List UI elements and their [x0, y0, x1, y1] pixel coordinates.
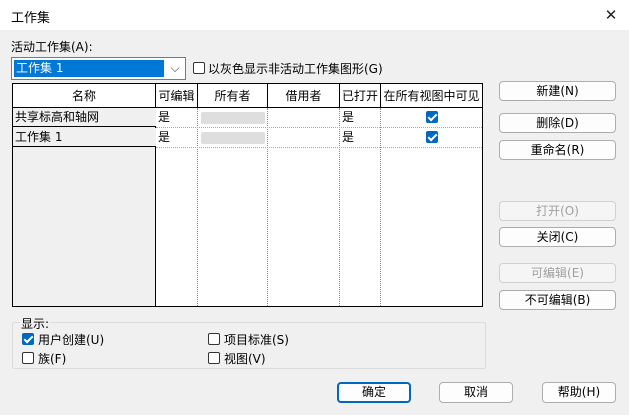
row-owner-cell-redacted	[201, 112, 265, 124]
table-row[interactable]: 共享标高和轴网 是 是	[13, 108, 482, 127]
user-created-label: 用户创建(U)	[38, 333, 105, 347]
active-workset-value: 工作集 1	[14, 60, 164, 77]
column-header-editable[interactable]: 可编辑	[156, 84, 198, 108]
title-bar	[0, 0, 629, 30]
open-button[interactable]: 打开(O)	[499, 201, 616, 221]
chevron-down-icon: ⌵	[170, 61, 180, 75]
ok-button[interactable]: 确定	[337, 382, 411, 403]
show-label: 显示:	[20, 315, 51, 332]
workset-table: 名称 可编辑 所有者 借用者 已打开 在所有视图中可见 共享标高和轴网 是 是 …	[12, 83, 483, 307]
active-workset-label: 活动工作集(A):	[11, 40, 93, 54]
new-button[interactable]: 新建(N)	[499, 81, 616, 101]
row-owner-cell-redacted	[201, 132, 265, 144]
row-editable-cell[interactable]: 是	[156, 128, 197, 147]
row-name-cell[interactable]: 工作集 1	[13, 128, 156, 147]
row-divider	[156, 147, 482, 148]
rename-button[interactable]: 重命名(R)	[499, 140, 616, 160]
delete-button[interactable]: 删除(D)	[499, 113, 616, 133]
row-name-cell[interactable]: 共享标高和轴网	[13, 108, 156, 127]
column-header-opened[interactable]: 已打开	[340, 84, 381, 108]
families-checkbox[interactable]	[22, 352, 34, 364]
cancel-button[interactable]: 取消	[439, 382, 513, 403]
families-label: 族(F)	[38, 352, 67, 366]
row-editable-cell[interactable]: 是	[156, 108, 197, 127]
column-header-owner[interactable]: 所有者	[198, 84, 268, 108]
row-opened-cell[interactable]: 是	[340, 128, 380, 147]
user-created-checkbox[interactable]	[22, 333, 34, 345]
row-visible-checkbox[interactable]	[426, 131, 438, 143]
table-row[interactable]: 工作集 1 是 是	[13, 128, 482, 147]
project-standards-label: 项目标准(S)	[224, 333, 289, 347]
column-header-visible-all-views[interactable]: 在所有视图中可见	[381, 84, 482, 108]
active-workset-dropdown[interactable]: 工作集 1 ⌵	[11, 57, 186, 80]
editable-button[interactable]: 可编辑(E)	[499, 263, 616, 283]
views-checkbox[interactable]	[208, 352, 220, 364]
window-title: 工作集	[11, 11, 51, 26]
gray-inactive-label: 以灰色显示非活动工作集图形(G)	[208, 62, 383, 76]
column-header-name[interactable]: 名称	[13, 84, 156, 108]
gray-inactive-checkbox[interactable]	[193, 62, 205, 74]
row-opened-cell[interactable]: 是	[340, 108, 380, 127]
views-label: 视图(V)	[224, 352, 266, 366]
project-standards-checkbox[interactable]	[208, 333, 220, 345]
close-button[interactable]: 关闭(C)	[499, 227, 616, 247]
close-icon[interactable]: ✕	[600, 4, 622, 26]
row-visible-checkbox[interactable]	[426, 111, 438, 123]
column-header-borrower[interactable]: 借用者	[268, 84, 340, 108]
non-editable-button[interactable]: 不可编辑(B)	[499, 290, 616, 310]
help-button[interactable]: 帮助(H)	[542, 382, 616, 403]
